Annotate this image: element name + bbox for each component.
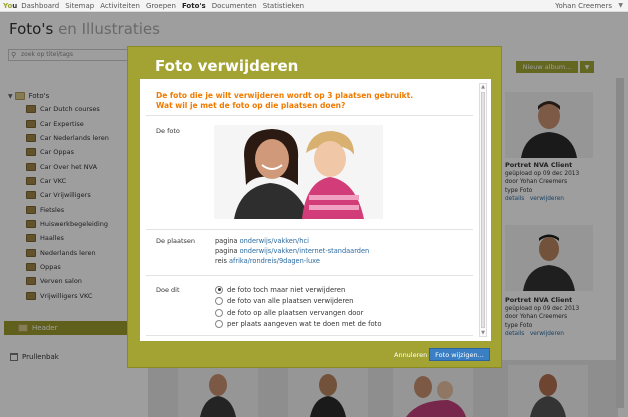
warning-line: De foto die je wilt verwijderen wordt op… — [156, 91, 414, 100]
warning-line: Wat wil je met de foto op die plaatsen d… — [156, 101, 346, 110]
action-options: de foto toch maar niet verwijderen de fo… — [215, 284, 382, 330]
nav-documenten[interactable]: Documenten — [212, 2, 257, 10]
radio-button[interactable] — [215, 320, 223, 329]
place-item: pagina onderwijs/vakken/hci — [215, 236, 369, 246]
photo-preview — [214, 125, 383, 219]
place-item: reis afrika/rondreis/9dagen-luxe — [215, 256, 369, 266]
label-action: Doe dit — [156, 286, 180, 294]
place-link[interactable]: afrika/rondreis/9dagen-luxe — [229, 257, 320, 265]
option-label: de foto op alle plaatsen vervangen door — [227, 308, 364, 317]
scroll-down-icon[interactable]: ▼ — [480, 330, 486, 336]
nav-fotos[interactable]: Foto's — [182, 2, 206, 10]
place-type: pagina — [215, 237, 238, 245]
nav-groepen[interactable]: Groepen — [146, 2, 176, 10]
warning-message: De foto die je wilt verwijderen wordt op… — [156, 91, 476, 111]
place-item: pagina onderwijs/vakken/internet-standaa… — [215, 246, 369, 256]
option-replace-everywhere[interactable]: de foto op alle plaatsen vervangen door — [215, 307, 382, 319]
divider — [146, 275, 473, 276]
dialog-title: Foto verwijderen — [155, 57, 299, 75]
place-type: reis — [215, 257, 227, 265]
place-type: pagina — [215, 247, 238, 255]
label-photo: De foto — [156, 127, 180, 135]
change-photo-button[interactable]: Foto wijzigen... — [429, 348, 490, 361]
places-list: pagina onderwijs/vakken/hci pagina onder… — [215, 236, 369, 266]
delete-photo-dialog: Foto verwijderen De foto die je wilt ver… — [127, 46, 502, 368]
scroll-up-icon[interactable]: ▲ — [480, 84, 486, 90]
mother-child-photo — [214, 125, 383, 219]
option-per-place[interactable]: per plaats aangeven wat te doen met de f… — [215, 319, 382, 331]
logo-letter: u — [12, 1, 18, 10]
place-link[interactable]: onderwijs/vakken/hci — [240, 237, 309, 245]
scrollbar-thumb[interactable] — [481, 92, 485, 328]
cancel-button[interactable]: Annuleren — [394, 351, 427, 359]
option-label: per plaats aangeven wat te doen met de f… — [227, 320, 382, 329]
divider — [146, 335, 473, 336]
option-label: de foto toch maar niet verwijderen — [227, 285, 346, 294]
nav-sitemap[interactable]: Sitemap — [65, 2, 94, 10]
dialog-scrollbar[interactable]: ▲ ▼ — [479, 83, 487, 337]
top-navigation-bar: You Dashboard Sitemap Activiteiten Groep… — [0, 0, 628, 12]
divider — [146, 115, 473, 116]
option-remove-everywhere[interactable]: de foto van alle plaatsen verwijderen — [215, 296, 382, 308]
option-label: de foto van alle plaatsen verwijderen — [227, 297, 354, 306]
label-places: De plaatsen — [156, 237, 196, 245]
radio-button[interactable] — [215, 308, 223, 317]
dialog-body: De foto die je wilt verwijderen wordt op… — [140, 79, 491, 341]
radio-button[interactable] — [215, 297, 223, 306]
divider — [146, 229, 473, 230]
chevron-down-icon[interactable]: ▼ — [618, 2, 623, 9]
option-keep-photo[interactable]: de foto toch maar niet verwijderen — [215, 284, 382, 296]
user-menu[interactable]: Yohan Creemers — [555, 2, 612, 10]
nav-dashboard[interactable]: Dashboard — [21, 2, 59, 10]
place-link[interactable]: onderwijs/vakken/internet-standaarden — [240, 247, 370, 255]
nav-activiteiten[interactable]: Activiteiten — [100, 2, 140, 10]
radio-button[interactable] — [215, 285, 223, 294]
app-logo[interactable]: You — [3, 2, 17, 10]
nav-statistieken[interactable]: Statistieken — [263, 2, 304, 10]
